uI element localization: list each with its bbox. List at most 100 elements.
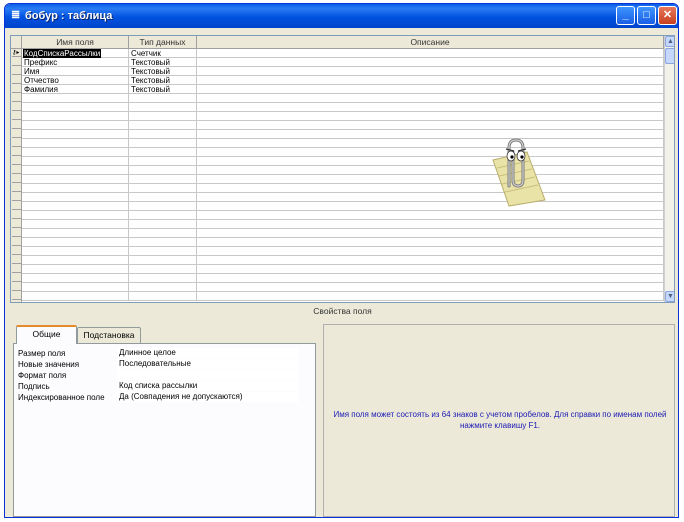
data-type-cell[interactable] [129,139,197,148]
row-selector[interactable] [12,121,21,129]
column-header-data-type[interactable]: Тип данных [129,36,197,49]
data-type-cell[interactable] [129,274,197,283]
data-type-cell[interactable] [129,247,197,256]
data-type-cell[interactable] [129,175,197,184]
table-row[interactable] [22,139,664,148]
description-cell[interactable] [197,139,664,148]
description-cell[interactable] [197,67,664,76]
table-row[interactable] [22,157,664,166]
data-type-cell[interactable] [129,265,197,274]
data-type-cell[interactable] [129,202,197,211]
table-row[interactable] [22,229,664,238]
table-row[interactable]: Префикс Текстовый [22,58,664,67]
description-cell[interactable] [197,283,664,292]
description-cell[interactable] [197,247,664,256]
table-row[interactable] [22,175,664,184]
table-row[interactable] [22,112,664,121]
data-type-cell[interactable] [129,94,197,103]
description-cell[interactable] [197,148,664,157]
data-type-cell[interactable] [129,121,197,130]
table-row[interactable] [22,220,664,229]
description-cell[interactable] [197,256,664,265]
table-row[interactable] [22,211,664,220]
row-selector[interactable] [12,256,21,264]
tab-lookup[interactable]: Подстановка [77,327,141,343]
description-cell[interactable] [197,292,664,301]
close-button[interactable]: ✕ [658,6,677,25]
row-selector[interactable] [12,85,21,93]
table-row[interactable] [22,103,664,112]
table-row[interactable]: КодСпискаРассылки Счетчик [22,49,664,58]
data-type-cell[interactable] [129,229,197,238]
description-cell[interactable] [197,265,664,274]
field-name-cell[interactable]: Отчество [22,76,129,85]
property-value-field[interactable]: Длинное целое [117,348,298,358]
description-cell[interactable] [197,58,664,67]
row-selector[interactable] [12,292,21,300]
table-row[interactable] [22,292,664,301]
column-header-field-name[interactable]: Имя поля [22,36,129,49]
row-selector[interactable] [12,148,21,156]
field-name-cell[interactable] [22,130,129,139]
data-type-cell[interactable] [129,166,197,175]
description-cell[interactable] [197,85,664,94]
description-cell[interactable] [197,121,664,130]
property-value-field[interactable] [117,370,298,380]
vertical-scrollbar[interactable]: ▲ ▼ [664,36,674,302]
description-cell[interactable] [197,157,664,166]
field-name-cell[interactable] [22,229,129,238]
primary-key-icon[interactable]: ⚷▸ [12,49,21,57]
row-selector[interactable] [12,112,21,120]
field-name-cell[interactable] [22,283,129,292]
tab-general[interactable]: Общие [16,325,77,344]
data-type-cell[interactable]: Текстовый [129,58,197,67]
row-selector[interactable] [12,274,21,282]
description-cell[interactable] [197,229,664,238]
data-type-cell[interactable]: Текстовый [129,76,197,85]
table-row[interactable] [22,265,664,274]
scroll-down-arrow-icon[interactable]: ▼ [665,291,674,302]
data-type-cell[interactable] [129,157,197,166]
table-row[interactable] [22,121,664,130]
data-type-cell[interactable] [129,292,197,301]
row-selector[interactable] [12,184,21,192]
description-cell[interactable] [197,103,664,112]
description-cell[interactable] [197,76,664,85]
table-row[interactable] [22,256,664,265]
row-selector[interactable] [12,58,21,66]
data-type-cell[interactable] [129,148,197,157]
row-selector[interactable] [12,76,21,84]
field-name-cell[interactable] [22,157,129,166]
row-selector[interactable] [12,175,21,183]
row-selector[interactable] [12,103,21,111]
row-selector-column[interactable]: ⚷▸ [11,49,22,302]
title-bar[interactable]: ≣ бобур : таблица _ □ ✕ [5,4,678,28]
row-selector[interactable] [12,166,21,174]
scroll-thumb[interactable] [665,48,674,64]
table-row[interactable] [22,283,664,292]
description-cell[interactable] [197,94,664,103]
data-type-cell[interactable]: Счетчик [129,49,197,58]
minimize-button[interactable]: _ [616,6,635,25]
table-row[interactable] [22,184,664,193]
field-name-cell[interactable] [22,247,129,256]
field-name-cell[interactable] [22,139,129,148]
row-selector[interactable] [12,238,21,246]
scroll-up-arrow-icon[interactable]: ▲ [665,36,674,47]
field-name-cell[interactable] [22,193,129,202]
data-type-cell[interactable] [129,256,197,265]
description-cell[interactable] [197,202,664,211]
office-assistant-clippy-icon[interactable] [487,130,549,208]
row-selector[interactable] [12,139,21,147]
field-name-cell[interactable] [22,256,129,265]
column-header-description[interactable]: Описание [197,36,664,49]
description-cell[interactable] [197,49,664,58]
data-type-cell[interactable] [129,112,197,121]
data-type-cell[interactable] [129,193,197,202]
data-type-cell[interactable] [129,211,197,220]
row-selector[interactable] [12,67,21,75]
row-selector[interactable] [12,220,21,228]
description-cell[interactable] [197,184,664,193]
field-name-cell[interactable]: Фамилия [22,85,129,94]
data-type-cell[interactable] [129,103,197,112]
